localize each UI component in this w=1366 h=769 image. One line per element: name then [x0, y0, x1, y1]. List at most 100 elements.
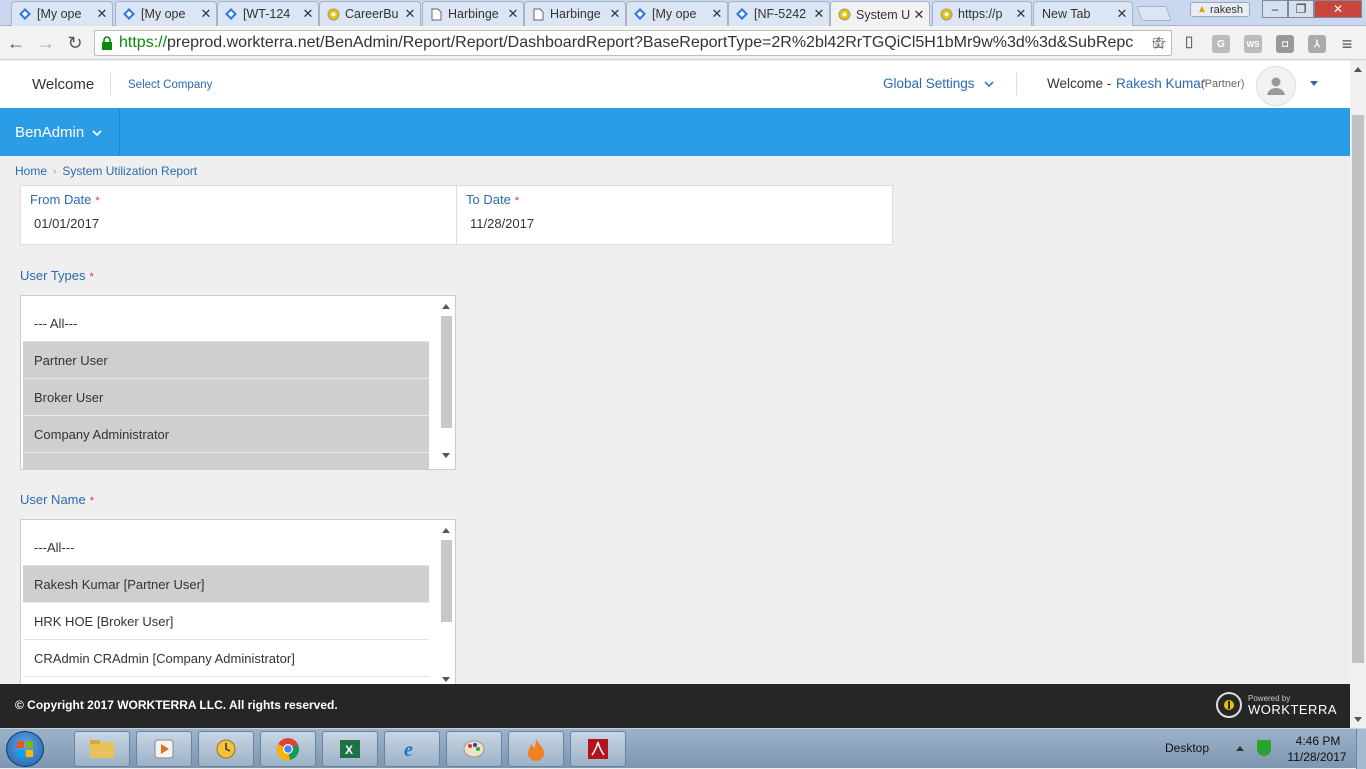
list-item-partial[interactable]: [23, 453, 429, 469]
header-divider: [1016, 73, 1017, 95]
browser-tab[interactable]: CareerBu ✕: [319, 1, 421, 26]
breadcrumb-current[interactable]: System Utilization Report: [62, 164, 197, 178]
browser-tab[interactable]: Harbinge ✕: [422, 1, 524, 26]
explorer-taskbar-icon[interactable]: [74, 731, 130, 767]
browser-tab[interactable]: System U ✕: [830, 1, 930, 27]
user-types-label: User Types *: [20, 268, 94, 283]
scroll-down-icon: [442, 677, 450, 682]
g-extension-icon[interactable]: G: [1212, 35, 1230, 53]
browser-tab[interactable]: [WT-124 ✕: [217, 1, 319, 26]
browser-tab-title: [WT-124: [243, 7, 291, 21]
copyright-text: © Copyright 2017 WORKTERRA LLC. All righ…: [15, 698, 338, 712]
close-icon[interactable]: ✕: [302, 7, 314, 20]
benadmin-menu[interactable]: BenAdmin: [15, 124, 102, 141]
from-date-field[interactable]: From Date * 01/01/2017: [21, 186, 456, 244]
user-types-scrollbar[interactable]: [440, 300, 452, 460]
user-types-listbox[interactable]: --- All--- Partner User Broker User Comp…: [20, 295, 456, 470]
browser-tab[interactable]: [NF-5242 ✕: [728, 1, 830, 26]
pdf-extension-icon[interactable]: ⅄: [1308, 35, 1326, 53]
acrobat-taskbar-icon[interactable]: [570, 731, 626, 767]
browser-tab[interactable]: [My ope ✕: [626, 1, 728, 26]
browser-tab[interactable]: [My ope ✕: [115, 1, 217, 26]
start-button[interactable]: [6, 731, 44, 767]
maximize-button[interactable]: ❐: [1288, 0, 1314, 18]
forward-arrow-icon[interactable]: →: [35, 32, 57, 54]
close-icon[interactable]: ✕: [913, 8, 925, 21]
page-scrollbar[interactable]: [1350, 61, 1366, 728]
to-date-input[interactable]: 11/28/2017: [470, 216, 534, 231]
benadmin-label: BenAdmin: [15, 124, 85, 141]
select-company-link[interactable]: Select Company: [128, 79, 212, 91]
diamond-icon: [224, 7, 238, 21]
list-item[interactable]: Rakesh Kumar [Partner User]: [23, 566, 429, 603]
close-icon[interactable]: ✕: [813, 7, 825, 20]
list-item[interactable]: CRAdmin CRAdmin [Company Administrator]: [23, 640, 429, 677]
browser-tab-title: [NF-5242: [754, 7, 807, 21]
paint-taskbar-icon[interactable]: [446, 731, 502, 767]
close-icon[interactable]: ✕: [96, 7, 108, 20]
browser-tab-title: Harbinge: [550, 7, 601, 21]
to-date-field[interactable]: To Date * 11/28/2017: [456, 186, 892, 244]
close-icon[interactable]: ✕: [200, 7, 212, 20]
menu-icon[interactable]: ≡: [1338, 34, 1356, 54]
clock-time[interactable]: 4:46 PM: [1290, 734, 1346, 748]
excel-taskbar-icon[interactable]: X: [322, 731, 378, 767]
camera-icon[interactable]: ⌷: [1180, 35, 1198, 53]
svg-text:X: X: [345, 743, 353, 757]
new-tab-button[interactable]: [1136, 6, 1172, 21]
user-name-listbox[interactable]: ---All--- Rakesh Kumar [Partner User] HR…: [20, 519, 456, 684]
breadcrumb: Home › System Utilization Report: [15, 164, 197, 178]
desktop-toolbar-label[interactable]: Desktop: [1165, 741, 1209, 755]
close-icon[interactable]: ✕: [1015, 7, 1027, 20]
show-desktop-button[interactable]: [1356, 729, 1366, 769]
clock-date[interactable]: 11/28/2017: [1284, 750, 1350, 764]
back-arrow-icon[interactable]: ←: [5, 32, 27, 54]
security-shield-icon[interactable]: [1257, 740, 1271, 756]
global-settings-label: Global Settings: [883, 76, 975, 91]
outlook-taskbar-icon[interactable]: [198, 731, 254, 767]
warning-icon: ▲: [1197, 4, 1207, 15]
welcome-label: Welcome -: [1047, 76, 1112, 91]
list-item[interactable]: Broker User: [23, 379, 429, 416]
close-window-button[interactable]: ✕: [1314, 0, 1362, 18]
from-date-input[interactable]: 01/01/2017: [34, 216, 99, 231]
list-item[interactable]: ---All---: [23, 529, 429, 566]
internet-explorer-taskbar-icon[interactable]: e: [384, 731, 440, 767]
close-icon[interactable]: ✕: [609, 7, 621, 20]
close-icon[interactable]: ✕: [507, 7, 519, 20]
list-item[interactable]: Partner User: [23, 342, 429, 379]
browser-tab[interactable]: New Tab ✕: [1033, 1, 1133, 26]
list-item[interactable]: Company Administrator: [23, 416, 429, 453]
fire-app-taskbar-icon[interactable]: [508, 731, 564, 767]
browser-tab-title: https://p: [958, 7, 1003, 21]
ws-extension-icon[interactable]: WS: [1244, 35, 1262, 53]
list-item[interactable]: HRK HOE [Broker User]: [23, 603, 429, 640]
browser-tab[interactable]: [My ope ✕: [11, 1, 113, 26]
required-marker: *: [89, 495, 95, 507]
user-menu-caret-icon[interactable]: [1310, 81, 1318, 86]
close-icon[interactable]: ✕: [1116, 7, 1128, 20]
browser-tab-title: Harbinge: [448, 7, 499, 21]
from-date-label: From Date *: [30, 192, 100, 207]
media-player-taskbar-icon[interactable]: [136, 731, 192, 767]
avatar[interactable]: [1256, 66, 1296, 106]
profile-name: rakesh: [1209, 3, 1243, 16]
chrome-taskbar-icon[interactable]: [260, 731, 316, 767]
browser-tab[interactable]: Harbinge ✕: [524, 1, 626, 26]
user-name-link[interactable]: Rakesh Kumar: [1116, 76, 1205, 91]
list-item[interactable]: --- All---: [23, 305, 429, 342]
reload-icon[interactable]: ↻: [64, 32, 86, 54]
close-icon[interactable]: ✕: [404, 7, 416, 20]
pocket-extension-icon[interactable]: ◘: [1276, 35, 1294, 53]
bookmark-star-icon[interactable]: ☆: [1148, 32, 1170, 54]
minimize-button[interactable]: –: [1262, 0, 1288, 18]
user-name-scrollbar[interactable]: [440, 524, 452, 684]
breadcrumb-home[interactable]: Home: [15, 164, 47, 178]
close-icon[interactable]: ✕: [711, 7, 723, 20]
global-settings-dropdown[interactable]: Global Settings: [883, 76, 994, 91]
browser-tab[interactable]: https://p ✕: [932, 1, 1032, 26]
address-bar[interactable]: https://preprod.workterra.net/BenAdmin/R…: [94, 30, 1172, 56]
gear-icon: [326, 7, 340, 21]
profile-badge[interactable]: ▲ rakesh: [1190, 2, 1250, 17]
tray-expand-icon[interactable]: [1236, 746, 1244, 751]
